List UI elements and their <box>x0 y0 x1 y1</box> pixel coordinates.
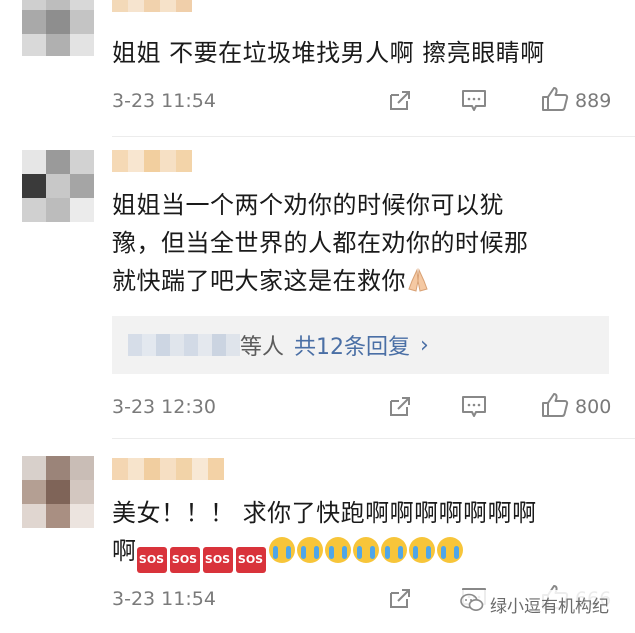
wechat-icon <box>460 593 484 617</box>
thumbs-up-icon <box>541 86 569 116</box>
comment-meta: 3-23 12:30 800 <box>112 392 615 422</box>
chevron-right-icon: › <box>420 332 429 358</box>
comment-meta: 3-23 11:54 889 <box>112 86 615 116</box>
thumbs-up-icon <box>541 392 569 422</box>
like-count: 889 <box>575 90 612 112</box>
share-button[interactable] <box>386 88 460 114</box>
crying-face-icon <box>380 537 407 563</box>
comment-text-line: 美女！！！ 求你了快跑啊啊啊啊啊啊啊 <box>112 499 537 527</box>
avatar[interactable] <box>22 456 94 528</box>
comment-text-fragment: 就快踹了吧大家这是在救你 <box>112 267 406 295</box>
crying-face-icon <box>296 537 323 563</box>
username-blurred[interactable] <box>112 0 192 12</box>
avatar[interactable] <box>22 150 94 222</box>
sos-emoji-icon: SOS <box>136 547 167 573</box>
reply-usernames-blurred <box>128 334 240 356</box>
comment-text-fragment: 啊 <box>112 537 137 565</box>
comment-text: 美女！！！ 求你了快跑啊啊啊啊啊啊啊 啊 SOS SOS SOS SOS <box>112 494 617 573</box>
crying-face-icon <box>408 537 435 563</box>
watermark: 绿小逗有机构纪 <box>454 590 615 619</box>
comment-button[interactable] <box>460 394 517 420</box>
reply-box[interactable]: 等人 共12条回复 › <box>112 316 609 374</box>
comment-time: 3-23 11:54 <box>112 90 216 112</box>
avatar[interactable] <box>22 0 94 56</box>
comment-button[interactable] <box>460 88 517 114</box>
comment-time: 3-23 11:54 <box>112 588 216 610</box>
comment-text-line: 啊 SOS SOS SOS SOS <box>112 532 617 573</box>
share-icon <box>386 586 414 612</box>
comment-text: 姐姐 不要在垃圾堆找男人啊 擦亮眼睛啊 <box>112 39 545 67</box>
share-button[interactable] <box>386 394 460 420</box>
share-icon <box>386 394 414 420</box>
comment-time: 3-23 12:30 <box>112 396 216 418</box>
reply-suffix: 等人 <box>240 335 285 360</box>
comment-text-line: 就快踹了吧大家这是在救你 <box>112 262 617 300</box>
sos-emoji-icon: SOS <box>202 547 233 573</box>
like-button[interactable]: 889 <box>541 86 615 116</box>
like-button[interactable]: 800 <box>541 392 615 422</box>
watermark-text: 绿小逗有机构纪 <box>490 597 609 617</box>
username-blurred[interactable] <box>112 458 224 480</box>
divider <box>112 438 635 439</box>
like-count: 800 <box>575 396 612 418</box>
crying-face-icon <box>268 537 295 563</box>
comment-icon <box>460 88 488 114</box>
comment-text-line: 姐姐当一个两个劝你的时候你可以犹 <box>112 191 504 219</box>
comment-text: 姐姐当一个两个劝你的时候你可以犹 豫，但当全世界的人都在劝你的时候那 就快踹了吧… <box>112 186 617 300</box>
share-icon <box>386 88 414 114</box>
sos-emoji-icon: SOS <box>169 547 200 573</box>
crying-face-icon <box>324 537 351 563</box>
crying-face-icon <box>436 537 463 563</box>
username-blurred[interactable] <box>112 150 192 172</box>
view-replies-link[interactable]: 共12条回复 <box>294 329 410 361</box>
divider <box>112 136 635 137</box>
folded-hands-icon <box>406 266 430 292</box>
sos-emoji-icon: SOS <box>235 547 266 573</box>
share-button[interactable] <box>386 586 460 612</box>
crying-face-icon <box>352 537 379 563</box>
comment-icon <box>460 394 488 420</box>
comment-text-line: 豫，但当全世界的人都在劝你的时候那 <box>112 229 529 257</box>
